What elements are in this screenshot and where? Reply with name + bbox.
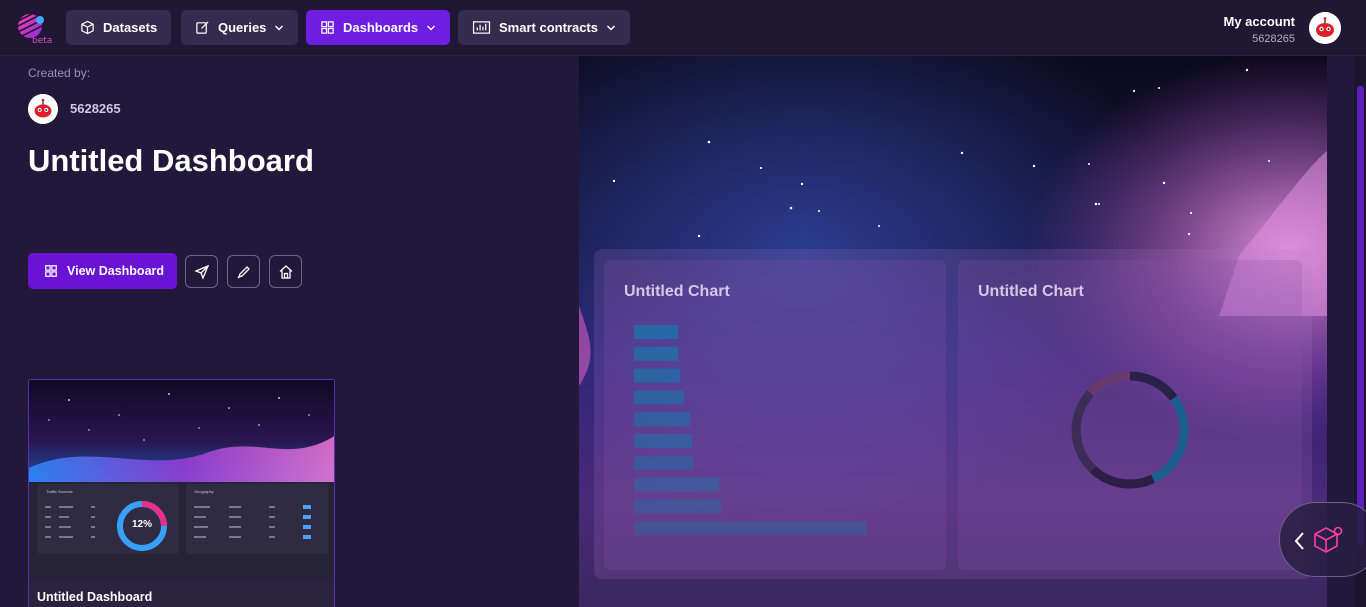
- home-icon: [279, 264, 292, 279]
- robot-avatar-icon: [1309, 12, 1341, 44]
- bar-3[interactable]: [634, 390, 684, 405]
- account-id: 5628265: [1252, 33, 1295, 45]
- beta-badge: beta: [32, 36, 53, 46]
- thumbnail-geo-title: Geography: [194, 489, 214, 494]
- bar-chart-icon: [472, 21, 491, 34]
- thumbnail-title[interactable]: Untitled Dashboard: [37, 590, 152, 604]
- edit-square-icon: [196, 21, 209, 34]
- nav-datasets-label: Datasets: [103, 20, 158, 35]
- hexagon-logo-icon: [1314, 526, 1343, 553]
- dashboard-thumbnail-card[interactable]: Traffic Sources Geography 12% Untitled D…: [28, 379, 335, 607]
- donut-chart: [1071, 371, 1189, 489]
- share-button[interactable]: [185, 255, 218, 288]
- chevron-down-icon: [427, 25, 436, 30]
- chevron-down-icon: [275, 25, 284, 30]
- robot-avatar-icon: [28, 94, 58, 124]
- page-title: Untitled Dashboard: [28, 143, 314, 178]
- account-menu[interactable]: My account 5628265: [1223, 14, 1295, 45]
- thumbnail-traffic-title: Traffic Sources: [46, 489, 73, 494]
- nav-datasets-button[interactable]: Datasets: [66, 10, 172, 45]
- bar-5[interactable]: [634, 434, 692, 448]
- bar-4[interactable]: [634, 412, 690, 427]
- cube-icon: [81, 20, 94, 35]
- view-dashboard-button[interactable]: View Dashboard: [28, 253, 177, 289]
- creator-id[interactable]: 5628265: [70, 101, 121, 116]
- nav-dashboards-label: Dashboards: [343, 20, 419, 35]
- pencil-icon: [237, 265, 250, 278]
- scrollbar-thumb[interactable]: [1357, 86, 1364, 546]
- thumbnail-donut-value: 12%: [132, 519, 153, 530]
- bar-chart: [634, 325, 867, 536]
- nav-queries-label: Queries: [218, 20, 267, 35]
- account-avatar[interactable]: [1309, 12, 1341, 44]
- top-navigation: beta Datasets Queries Dashboards Smart c…: [0, 0, 1366, 56]
- donut-slice-1[interactable]: [1150, 395, 1189, 483]
- bar-8[interactable]: [634, 499, 721, 514]
- bar-2[interactable]: [634, 368, 680, 383]
- edit-button[interactable]: [227, 255, 260, 288]
- collapse-panel-button[interactable]: [1279, 502, 1366, 577]
- donut-slice-4[interactable]: [1087, 371, 1131, 397]
- view-dashboard-label: View Dashboard: [67, 264, 165, 278]
- grid-icon: [321, 21, 334, 34]
- creator-avatar[interactable]: [28, 94, 58, 124]
- grid-icon: [45, 265, 57, 277]
- nav-smart-contracts-label: Smart contracts: [499, 20, 598, 35]
- bar-9[interactable]: [634, 521, 867, 536]
- donut-slice-2[interactable]: [1089, 465, 1155, 489]
- account-label: My account: [1223, 14, 1295, 29]
- chart-title-bar: Untitled Chart: [624, 283, 730, 300]
- bar-7[interactable]: [634, 477, 719, 492]
- bar-0[interactable]: [634, 325, 678, 339]
- chevron-down-icon: [606, 25, 615, 30]
- set-home-button[interactable]: [269, 255, 302, 288]
- chart-title-donut: Untitled Chart: [978, 283, 1084, 300]
- nav-queries-button[interactable]: Queries: [181, 10, 299, 45]
- bar-6[interactable]: [634, 455, 693, 470]
- nav-dashboards-button[interactable]: Dashboards: [306, 10, 451, 45]
- bar-1[interactable]: [634, 346, 678, 361]
- donut-slice-0[interactable]: [1129, 371, 1178, 402]
- send-icon: [193, 264, 209, 280]
- nav-smart-contracts-button[interactable]: Smart contracts: [458, 10, 630, 45]
- donut-slice-3[interactable]: [1071, 389, 1097, 473]
- thumbnail-preview-image: [29, 380, 334, 580]
- created-by-label: Created by:: [28, 66, 91, 80]
- chevron-left-icon: [1294, 532, 1304, 550]
